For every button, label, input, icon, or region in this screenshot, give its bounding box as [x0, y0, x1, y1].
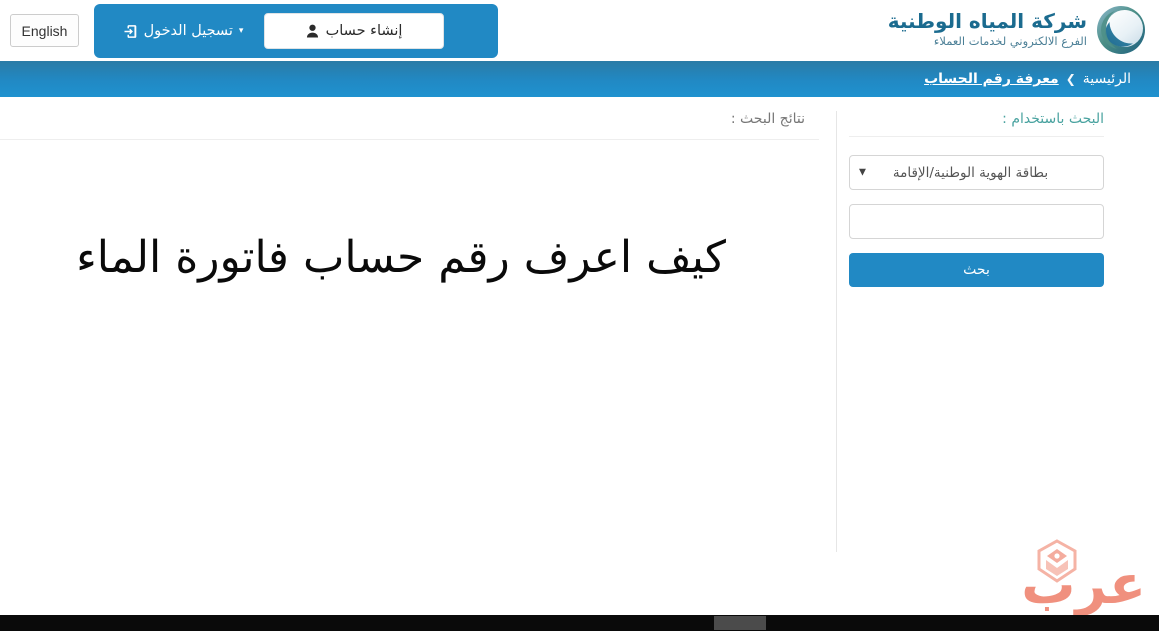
results-panel: نتائج البحث : كيف اعرف رقم حساب فاتورة ا… [0, 111, 819, 557]
search-type-select[interactable]: بطاقة الهوية الوطنية/الإقامة ▼ [849, 155, 1104, 190]
top-header: English تسجيل الدخول ▾ إنشاء حساب شركة ا… [0, 0, 1159, 61]
chevron-down-icon: ▼ [859, 167, 866, 177]
login-link[interactable]: تسجيل الدخول ▾ [94, 4, 264, 58]
sign-in-icon [123, 24, 138, 39]
search-button[interactable]: بحث [849, 253, 1104, 287]
language-toggle-label: English [21, 22, 68, 39]
results-body: كيف اعرف رقم حساب فاتورة الماء [0, 140, 819, 540]
breadcrumb-bar: الرئيسية ❯ معرفة رقم الحساب [0, 61, 1159, 97]
page-headline: كيف اعرف رقم حساب فاتورة الماء [76, 232, 726, 283]
search-panel-title: البحث باستخدام : [849, 111, 1104, 137]
create-account-button[interactable]: إنشاء حساب [264, 13, 444, 49]
language-toggle-button[interactable]: English [10, 14, 79, 47]
water-swirl-logo-icon [1095, 4, 1147, 56]
user-icon [306, 24, 319, 38]
breadcrumb: الرئيسية ❯ معرفة رقم الحساب [924, 61, 1131, 97]
logo-subtitle: الفرع الالكتروني لخدمات العملاء [933, 33, 1087, 48]
auth-button-group: تسجيل الدخول ▾ إنشاء حساب [94, 4, 498, 58]
logo-text-block: شركة المياه الوطنية الفرع الالكتروني لخد… [887, 8, 1087, 50]
create-account-label: إنشاء حساب [325, 23, 403, 39]
search-value-input[interactable] [849, 204, 1104, 239]
panel-divider [836, 111, 837, 552]
breadcrumb-item-current[interactable]: معرفة رقم الحساب [924, 71, 1059, 87]
results-panel-title: نتائج البحث : [0, 111, 819, 140]
search-panel: البحث باستخدام : بطاقة الهوية الوطنية/ال… [849, 111, 1104, 287]
login-label: تسجيل الدخول [143, 23, 233, 39]
breadcrumb-separator-icon: ❯ [1065, 72, 1076, 86]
main-content: البحث باستخدام : بطاقة الهوية الوطنية/ال… [0, 97, 1159, 613]
site-logo[interactable]: شركة المياه الوطنية الفرع الالكتروني لخد… [888, 4, 1147, 56]
breadcrumb-item-home[interactable]: الرئيسية [1083, 71, 1131, 87]
search-type-selected-value: بطاقة الهوية الوطنية/الإقامة [892, 164, 1049, 181]
search-button-label: بحث [963, 262, 990, 278]
horizontal-scrollbar-thumb[interactable] [714, 616, 766, 630]
logo-title: شركة المياه الوطنية [887, 8, 1087, 33]
chevron-down-icon: ▾ [238, 25, 244, 36]
horizontal-scrollbar[interactable] [0, 615, 1159, 631]
